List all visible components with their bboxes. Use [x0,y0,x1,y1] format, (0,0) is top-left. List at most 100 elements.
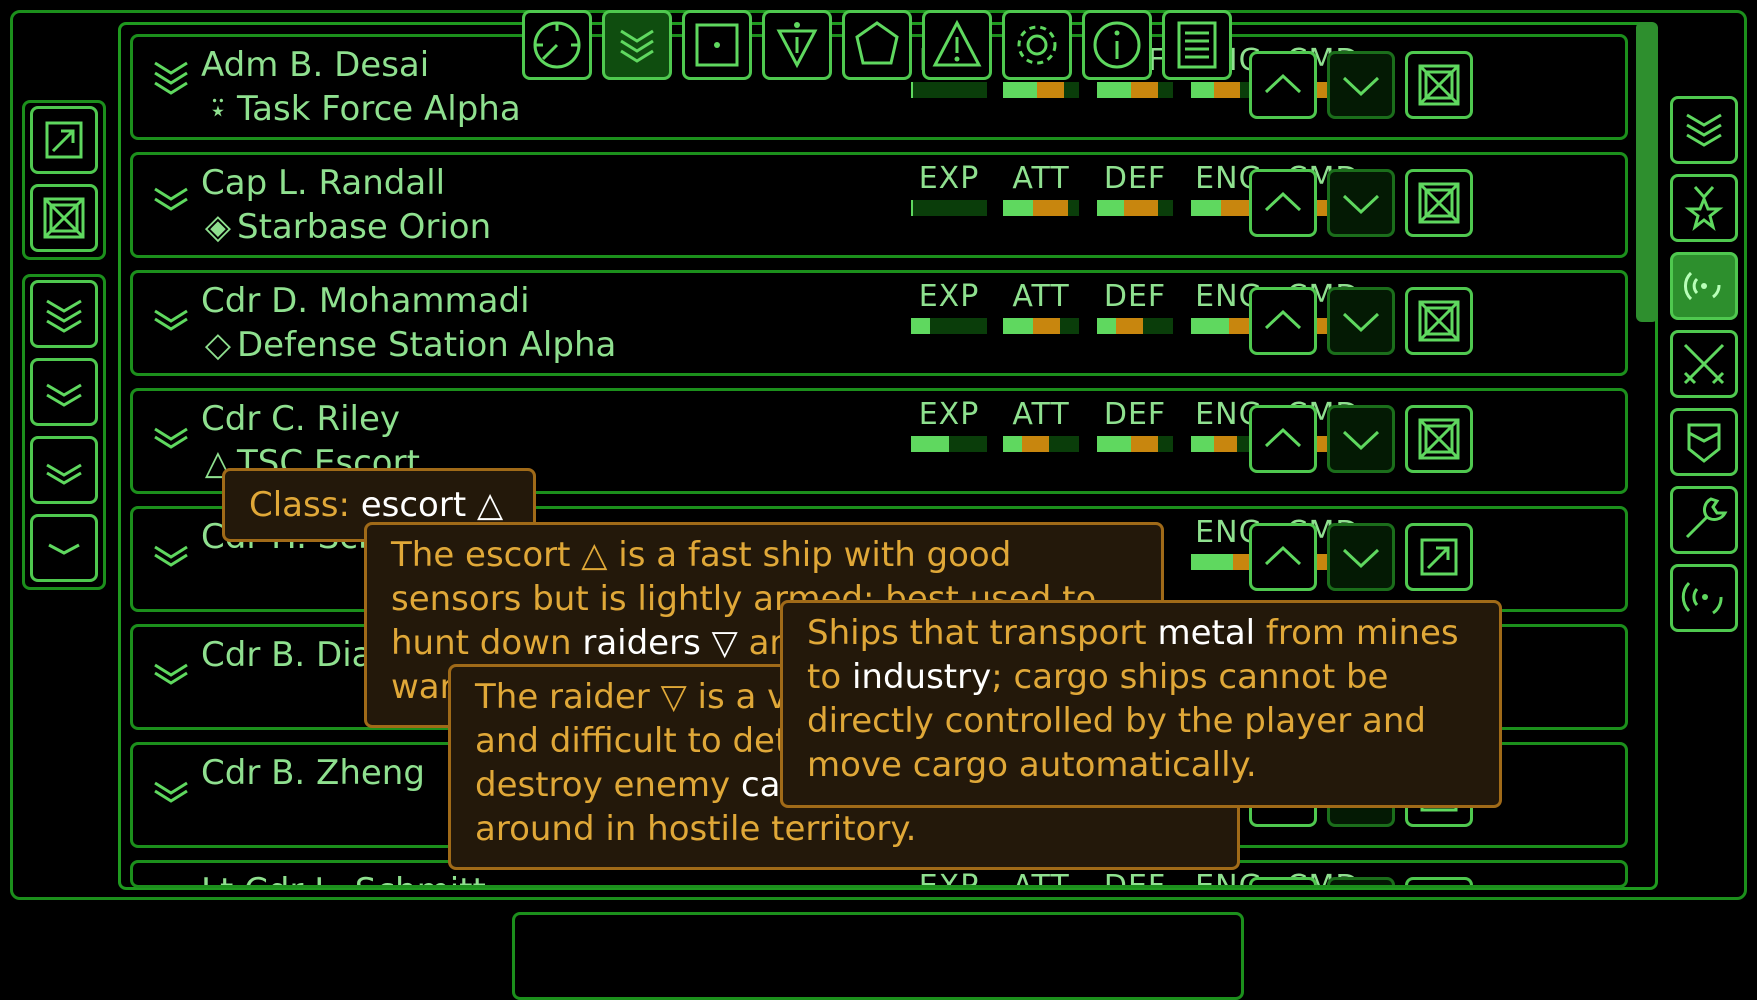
stat-label: ATT [1012,397,1070,432]
single-chevron-icon [46,463,82,485]
officer-card[interactable]: Cdr D. Mohammadi ◇ Defense Station Alpha EX… [130,270,1628,376]
stat-def: DEF [1097,279,1173,334]
single-chevron-icon [151,291,191,335]
crossed-swords-icon [1683,343,1725,385]
demote-button[interactable] [1327,405,1395,473]
rank-filter-chevron[interactable] [30,514,98,582]
stat-bar [911,82,987,98]
stat-att: ATT [1003,869,1079,885]
assign-button[interactable] [1405,877,1473,885]
rank-filter-triple[interactable] [30,280,98,348]
class-tooltip-label: Class: [249,485,361,525]
stat-bar-base [1191,200,1222,216]
demote-button[interactable] [1327,287,1395,355]
shield-icon [1687,423,1721,463]
stat-label: EXP [918,869,980,888]
starbase-icon: ◈ [204,207,232,247]
promote-button[interactable] [1249,287,1317,355]
bottom-officers-button[interactable] [602,10,672,80]
promote-button[interactable] [1249,877,1317,888]
officer-name: Cdr C. Riley [201,399,401,439]
raider-tooltip-line-2: and difficult to dete [475,721,810,761]
remove-square-icon [1418,418,1460,460]
rank-filter-single[interactable] [30,436,98,504]
officer-unit: ◇ Defense Station Alpha [201,325,616,365]
stat-bar [911,436,987,452]
info-icon [1093,21,1141,69]
stat-label: EXP [918,161,980,196]
stat-bar-bonus [1116,318,1143,334]
demote-button[interactable] [1327,877,1395,885]
stat-bar-bonus [1123,200,1158,216]
stat-bar-base [1097,200,1124,216]
stat-bar [1097,82,1173,98]
assign-button[interactable] [1405,523,1473,591]
dismiss-button[interactable] [1405,287,1473,355]
promote-button[interactable] [1249,523,1317,591]
stat-bar-base [1191,318,1229,334]
remove-square-icon [43,197,85,239]
stat-bar [1097,200,1173,216]
promote-button[interactable] [1249,405,1317,473]
dismiss-button[interactable] [1405,51,1473,119]
defense-station-icon: ◇ [204,325,232,365]
officer-card[interactable]: Cap L. Randall ◈ Starbase Orion EXP ATT DEF EN… [130,152,1628,258]
class-tooltip-value: escort △ [360,485,504,525]
bottom-admiral-button[interactable] [762,10,832,80]
stat-att: ATT [1003,161,1079,216]
chevron-up-icon [1264,545,1302,566]
bottom-info-button[interactable] [1082,10,1152,80]
stat-exp: EXP [911,869,987,888]
bottom-alert-button[interactable] [922,10,992,80]
chevron-up-icon [1252,880,1314,888]
demote-button[interactable] [1327,523,1395,591]
raider-tooltip-line-3: destroy enemy [475,765,741,805]
stat-bar-bonus [1033,318,1060,334]
bottom-log-button[interactable] [1162,10,1232,80]
right-sensor-button[interactable] [1670,252,1738,320]
right-combat-button[interactable] [1670,330,1738,398]
single-chevron-icon [151,881,191,885]
stat-bar [1097,318,1173,334]
right-medal-button[interactable] [1670,174,1738,242]
medal-star-icon [1684,185,1724,231]
promote-button[interactable] [1249,169,1317,237]
bottom-compass-button[interactable] [522,10,592,80]
single-chevron-icon [151,763,191,807]
bottom-settings-button[interactable] [1002,10,1072,80]
log-document-icon [1177,21,1217,69]
right-rank-button[interactable] [1670,96,1738,164]
promote-button[interactable] [1249,51,1317,119]
rank-filter-double[interactable] [30,358,98,426]
remove-square-button[interactable] [30,184,98,252]
officer-unit: ⍣ Task Force Alpha [201,89,521,129]
demote-button[interactable] [1327,51,1395,119]
stat-att: ATT [1003,279,1079,334]
stat-att: ATT [1003,397,1079,452]
stat-label: DEF [1103,279,1167,314]
stat-bar-base [1191,436,1214,452]
chevron-down-icon [1342,76,1380,97]
stat-label: EXP [918,279,980,314]
admiral-triangle-icon: ⍣ [207,89,229,129]
list-scrollbar[interactable] [1636,22,1658,322]
stat-bar [911,200,987,216]
officer-name: Cap L. Randall [201,163,446,203]
stat-label: ATT [1012,279,1070,314]
dismiss-button[interactable] [1405,169,1473,237]
dismiss-button[interactable] [1405,405,1473,473]
bottom-planet-button[interactable] [842,10,912,80]
stat-bar-base [1097,318,1116,334]
right-radio-button[interactable] [1670,564,1738,632]
bottom-system-button[interactable] [682,10,752,80]
sensor-signal-icon [1684,271,1721,301]
assign-arrow-button[interactable] [30,106,98,174]
right-defense-button[interactable] [1670,408,1738,476]
triple-chevron-icon [151,55,191,99]
right-engineering-button[interactable] [1670,486,1738,554]
cargo-tooltip: Ships that transport metal from mines to… [780,600,1502,808]
raider-tooltip-line-4: around in hostile territory. [475,809,917,849]
alert-triangle-icon [932,19,982,67]
stat-bar [1097,436,1173,452]
demote-button[interactable] [1327,169,1395,237]
